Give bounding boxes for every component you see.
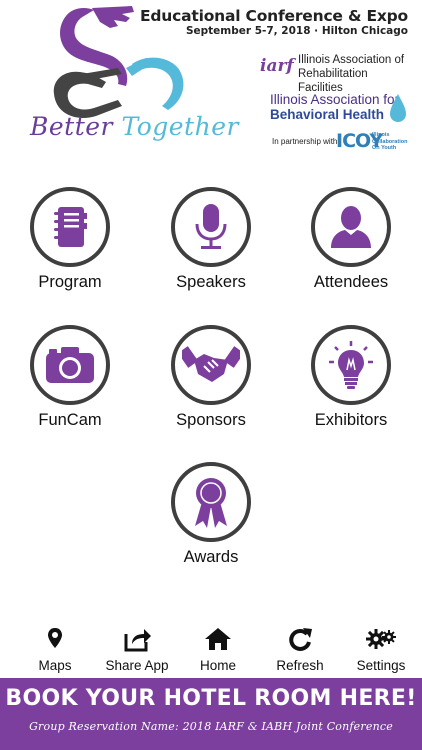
- funcam-icon-ring: [30, 325, 110, 405]
- toolbar-label: Share App: [105, 658, 169, 673]
- icoy-name-line3: On Youth: [372, 145, 397, 151]
- tile-exhibitors[interactable]: Exhibitors: [291, 325, 411, 445]
- hotel-booking-banner[interactable]: BOOK YOUR HOTEL ROOM HERE! Group Reserva…: [0, 678, 422, 750]
- tile-speakers[interactable]: Speakers: [151, 187, 271, 307]
- award-ribbon-icon: [195, 478, 227, 528]
- share-icon: [124, 629, 151, 652]
- sponsors-icon-ring: [171, 325, 251, 405]
- conference-title: Educational Conference & Expo: [140, 7, 408, 25]
- refresh-icon: [289, 628, 312, 651]
- bottom-toolbar: Maps Share App Home Refresh Settings: [0, 618, 422, 678]
- iabh-name-line1: Illinois Association for: [270, 92, 400, 107]
- iarf-logo: iarf Illinois Association of Rehabilitat…: [258, 50, 408, 94]
- tile-funcam[interactable]: FunCam: [10, 325, 130, 445]
- tile-program[interactable]: Program: [10, 187, 130, 307]
- conference-date: September 5-7, 2018 · Hilton Chicago: [185, 25, 408, 37]
- iarf-name-line2: Rehabilitation Facilities: [298, 68, 368, 94]
- toolbar-label: Home: [199, 658, 236, 673]
- partner-logo: In partnership with ICOY Illinois Collab…: [272, 130, 412, 154]
- microphone-icon: [195, 204, 227, 249]
- toolbar-maps[interactable]: Maps: [13, 618, 97, 676]
- awards-icon-ring: [171, 462, 251, 542]
- partner-prefix: In partnership with: [272, 137, 338, 146]
- iarf-name: Illinois Association of Rehabilitation F…: [298, 53, 408, 95]
- home-icon: [205, 628, 231, 650]
- tile-label: Sponsors: [176, 411, 246, 429]
- lightbulb-icon: [329, 341, 373, 389]
- tile-label: Exhibitors: [314, 411, 388, 429]
- exhibitors-icon-ring: [311, 325, 391, 405]
- camera-icon: [46, 347, 94, 383]
- toolbar-refresh[interactable]: Refresh: [258, 618, 342, 676]
- toolbar-home[interactable]: Home: [176, 618, 260, 676]
- tagline-word-1: Better: [30, 112, 114, 141]
- tile-awards[interactable]: Awards: [151, 462, 271, 582]
- tile-attendees[interactable]: Attendees: [291, 187, 411, 307]
- logo-tagline: Better Together: [30, 112, 239, 141]
- iabh-logo: Illinois Association for Behavioral Heal…: [270, 92, 410, 124]
- header-banner: Better Together Educational Conference &…: [0, 0, 422, 162]
- speakers-icon-ring: [171, 187, 251, 267]
- tile-sponsors[interactable]: Sponsors: [151, 325, 271, 445]
- gear-icon: [366, 629, 396, 649]
- tile-label: Program: [38, 273, 102, 291]
- handshake-icon: [182, 346, 240, 382]
- icoy-name: Illinois Collaboration On Youth: [372, 132, 407, 152]
- hotel-banner-headline: BOOK YOUR HOTEL ROOM HERE!: [5, 686, 417, 711]
- iarf-name-line1: Illinois Association of: [298, 54, 405, 66]
- toolbar-label: Settings: [356, 658, 406, 673]
- hotel-banner-subline: Group Reservation Name: 2018 IARF & IABH…: [29, 720, 393, 733]
- program-icon-ring: [30, 187, 110, 267]
- droplet-icon: [390, 94, 406, 122]
- tile-label: Speakers: [176, 273, 246, 291]
- toolbar-share-app[interactable]: Share App: [95, 618, 179, 676]
- notebook-icon: [54, 207, 87, 247]
- tile-label: Attendees: [313, 273, 389, 291]
- attendees-icon-ring: [311, 187, 391, 267]
- toolbar-label: Refresh: [276, 658, 324, 673]
- person-icon: [331, 206, 371, 248]
- toolbar-settings[interactable]: Settings: [339, 618, 422, 676]
- tagline-word-2: Together: [121, 112, 239, 141]
- iabh-name-line2: Behavioral Health: [270, 107, 385, 122]
- map-pin-icon: [48, 628, 62, 648]
- tile-label: Awards: [183, 548, 239, 566]
- tile-label: FunCam: [38, 411, 102, 429]
- iarf-mark: iarf: [260, 56, 294, 76]
- toolbar-label: Maps: [38, 658, 72, 673]
